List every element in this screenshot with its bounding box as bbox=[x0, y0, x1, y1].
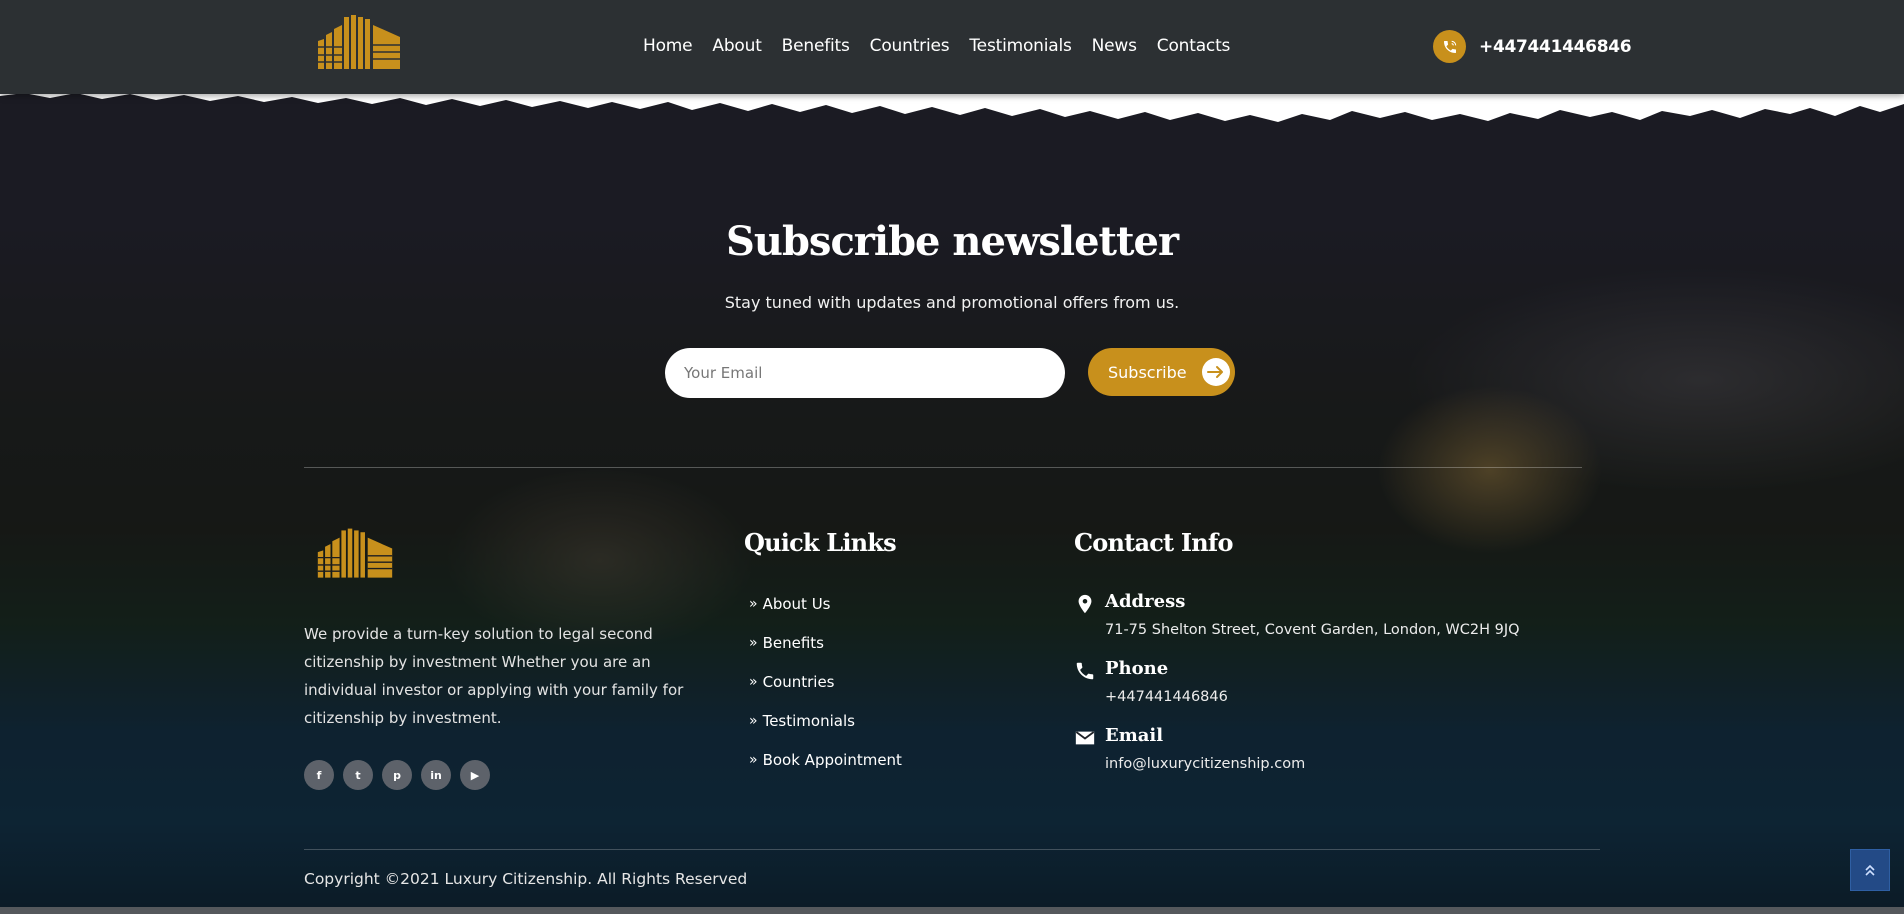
contact-info-title: Contact Info bbox=[1074, 528, 1233, 557]
social-links: f t p in ▶ bbox=[304, 760, 490, 790]
envelope-icon bbox=[1075, 731, 1095, 745]
building-logo-icon[interactable] bbox=[316, 15, 402, 71]
quick-link-testimonials[interactable]: » Testimonials bbox=[749, 701, 902, 740]
address-value: 71-75 Shelton Street, Covent Garden, Lon… bbox=[1105, 622, 1520, 638]
double-chevron-right-icon: » bbox=[749, 751, 758, 768]
footer-divider bbox=[304, 849, 1600, 850]
copyright-text: Copyright ©2021 Luxury Citizenship. All … bbox=[304, 870, 748, 888]
double-chevron-right-icon: » bbox=[749, 595, 758, 612]
quick-links-title: Quick Links bbox=[744, 528, 897, 557]
footer-building-logo-icon bbox=[317, 528, 393, 578]
subscribe-button-label: Subscribe bbox=[1108, 362, 1187, 382]
nav-about[interactable]: About bbox=[702, 34, 771, 58]
quick-links-list: » About Us » Benefits » Countries » Testimon… bbox=[749, 584, 902, 779]
newsletter-title: Subscribe newsletter bbox=[725, 218, 1179, 265]
double-chevron-right-icon: » bbox=[749, 634, 758, 651]
nav-countries[interactable]: Countries bbox=[860, 34, 960, 58]
twitter-icon[interactable]: t bbox=[343, 760, 373, 790]
youtube-icon[interactable]: ▶ bbox=[460, 760, 490, 790]
double-chevron-up-icon bbox=[1865, 864, 1875, 876]
main-navigation: Home About Benefits Countries Testimonia… bbox=[643, 34, 1240, 58]
phone-icon bbox=[1076, 662, 1094, 680]
double-chevron-right-icon: » bbox=[749, 712, 758, 729]
section-divider bbox=[304, 467, 1582, 468]
email-input[interactable] bbox=[665, 348, 1065, 398]
footer-about-text: We provide a turn-key solution to legal … bbox=[304, 625, 684, 727]
bottom-edge-strip bbox=[0, 907, 1904, 914]
site-header: Home About Benefits Countries Testimonia… bbox=[0, 0, 1904, 94]
nav-testimonials[interactable]: Testimonials bbox=[959, 34, 1081, 58]
double-chevron-right-icon: » bbox=[749, 673, 758, 690]
newsletter-subtitle: Stay tuned with updates and promotional … bbox=[724, 293, 1180, 312]
subscribe-button[interactable]: Subscribe bbox=[1088, 348, 1235, 396]
phone-ring-icon bbox=[1433, 30, 1466, 63]
header-phone-link[interactable]: +447441446846 bbox=[1433, 30, 1632, 63]
nav-home[interactable]: Home bbox=[643, 34, 702, 58]
quick-link-book-appointment[interactable]: » Book Appointment bbox=[749, 740, 902, 779]
torn-paper-edge bbox=[0, 90, 1904, 122]
facebook-icon[interactable]: f bbox=[304, 760, 334, 790]
quick-link-countries[interactable]: » Countries bbox=[749, 662, 902, 701]
linkedin-icon[interactable]: in bbox=[421, 760, 451, 790]
nav-news[interactable]: News bbox=[1082, 34, 1147, 58]
nav-benefits[interactable]: Benefits bbox=[772, 34, 860, 58]
arrow-right-icon bbox=[1201, 358, 1230, 386]
back-to-top-button[interactable] bbox=[1850, 849, 1890, 891]
phone-label: Phone bbox=[1105, 658, 1169, 679]
phone-value[interactable]: +447441446846 bbox=[1105, 689, 1228, 705]
quick-link-benefits[interactable]: » Benefits bbox=[749, 623, 902, 662]
email-label: Email bbox=[1105, 725, 1164, 746]
pinterest-icon[interactable]: p bbox=[382, 760, 412, 790]
map-pin-icon bbox=[1078, 594, 1092, 614]
email-value[interactable]: info@luxurycitizenship.com bbox=[1105, 756, 1305, 772]
quick-link-about-us[interactable]: » About Us bbox=[749, 584, 902, 623]
address-label: Address bbox=[1105, 591, 1186, 612]
nav-contacts[interactable]: Contacts bbox=[1147, 34, 1240, 58]
header-phone-number[interactable]: +447441446846 bbox=[1479, 37, 1632, 57]
